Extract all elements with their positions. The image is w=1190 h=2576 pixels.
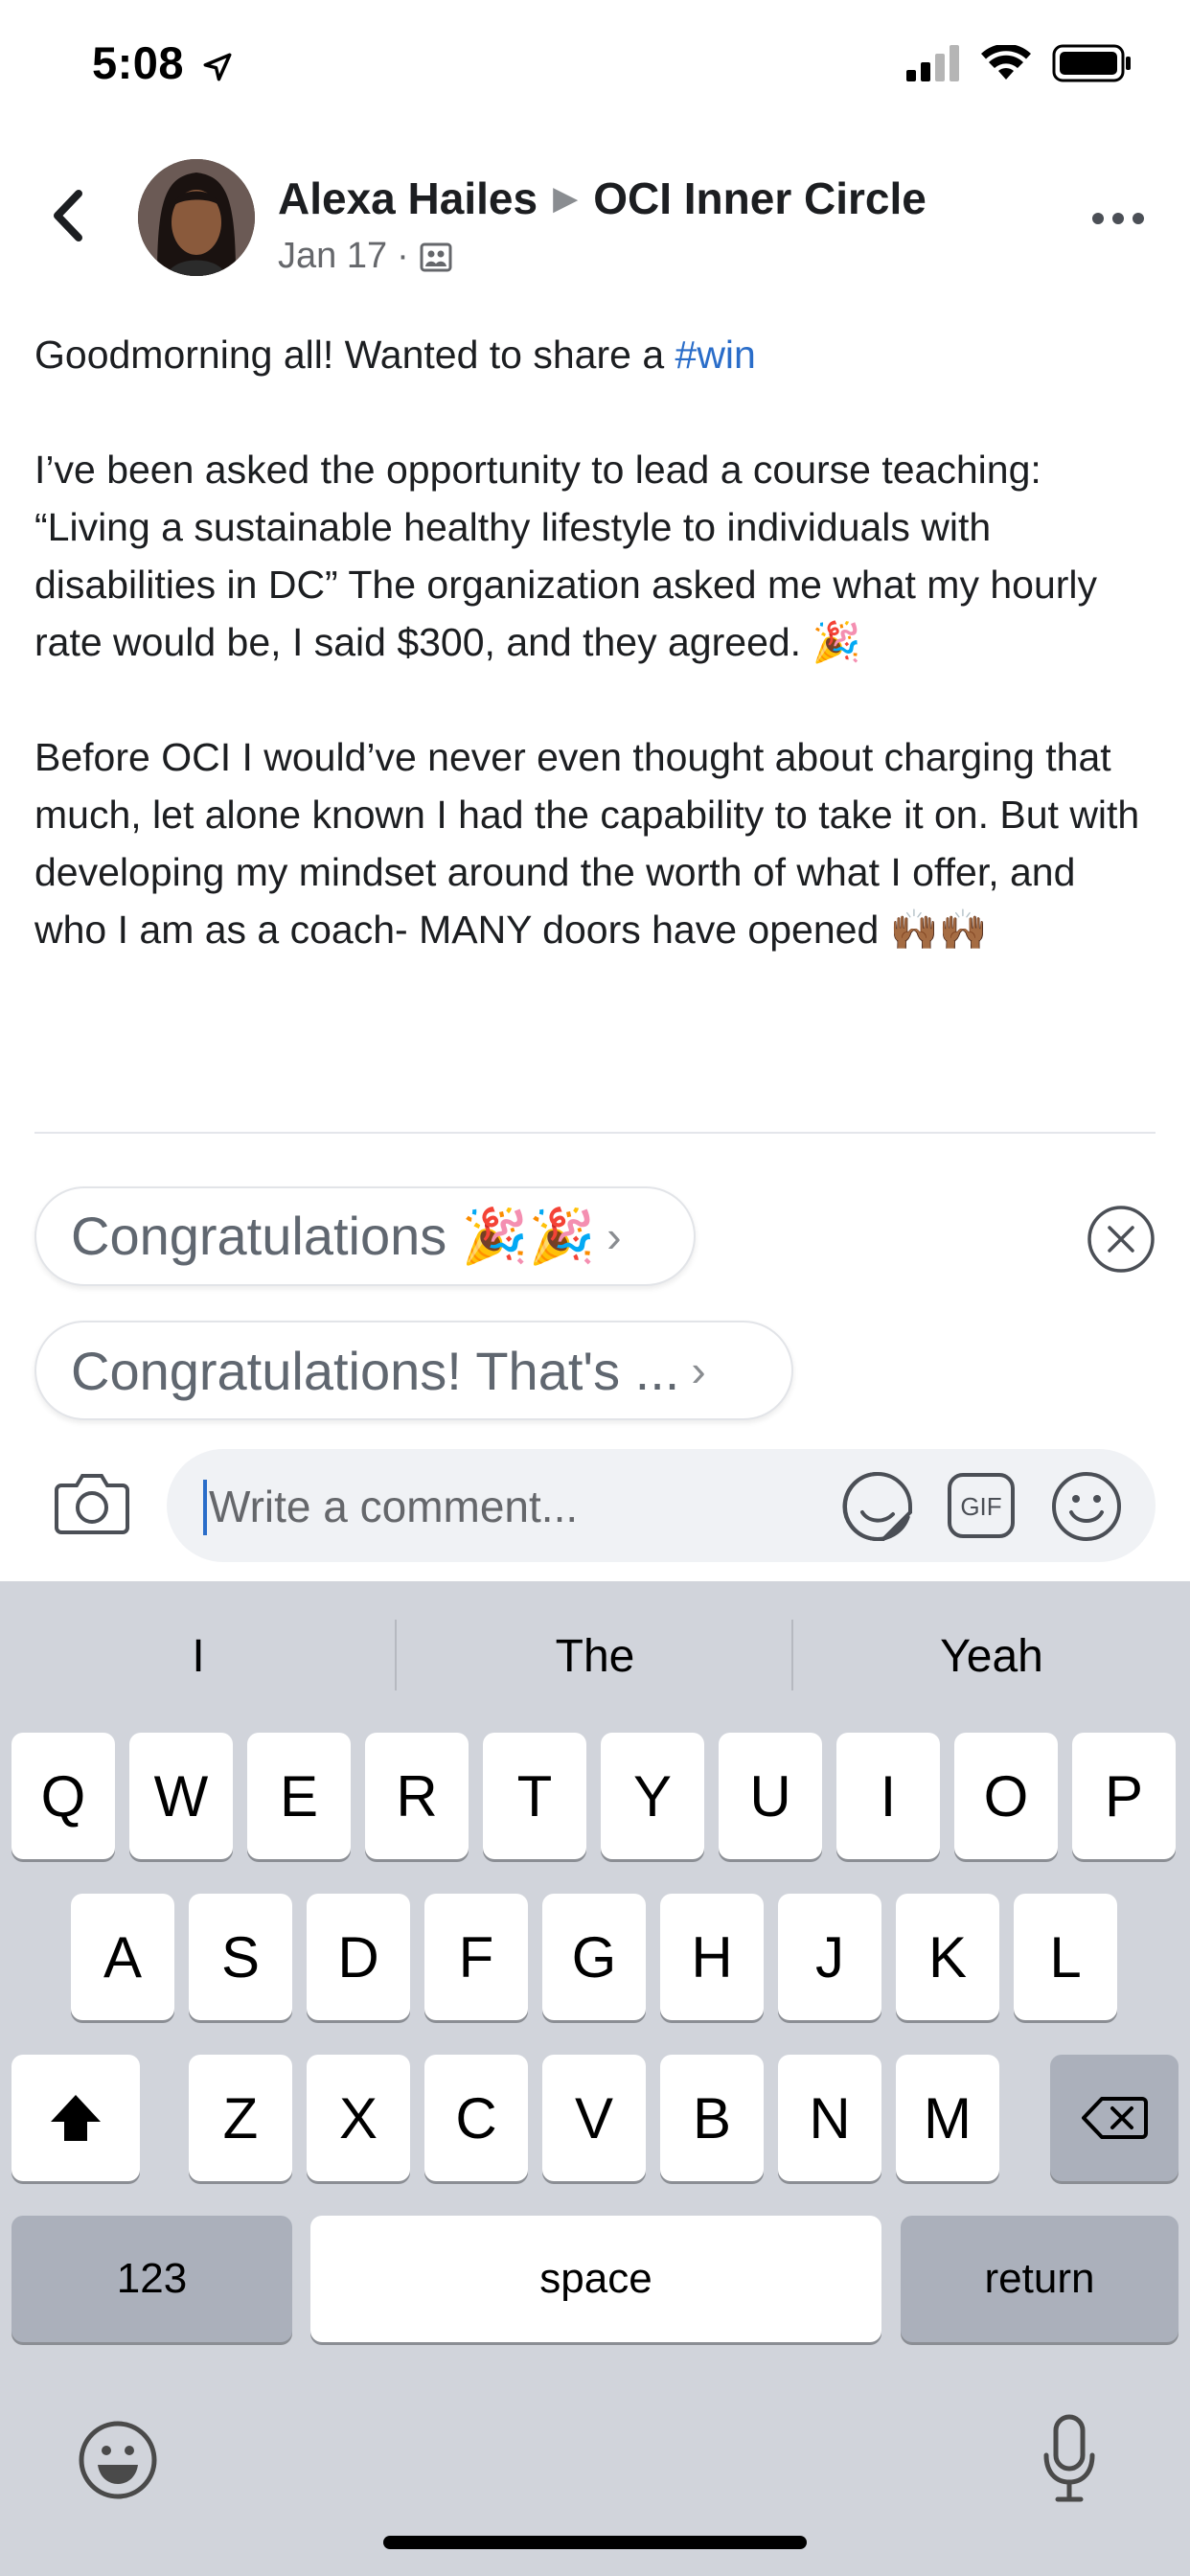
group-icon [420, 242, 452, 271]
shift-key[interactable] [11, 2055, 140, 2181]
arrow-right-icon: ▶ [553, 180, 579, 217]
status-time: 5:08 [92, 36, 234, 89]
prediction-suggestion[interactable]: Yeah [793, 1620, 1190, 1692]
suggested-reply-chip[interactable]: Congratulations 🎉🎉 › [34, 1186, 696, 1286]
key[interactable]: Q [11, 1733, 115, 1859]
key[interactable]: N [778, 2055, 881, 2181]
gif-button[interactable]: GIF [947, 1472, 1016, 1539]
key[interactable]: X [307, 2055, 410, 2181]
home-indicator [383, 2536, 807, 2549]
key[interactable]: Z [189, 2055, 292, 2181]
divider [34, 1132, 1156, 1134]
key[interactable]: Y [601, 1733, 704, 1859]
more-icon [1092, 213, 1144, 224]
battery-icon [1052, 44, 1131, 82]
post-date: Jan 17 [278, 236, 388, 276]
key[interactable]: P [1072, 1733, 1176, 1859]
author-name[interactable]: Alexa Hailes [278, 172, 538, 224]
shift-icon [51, 2095, 101, 2141]
space-key[interactable]: space [310, 2216, 881, 2342]
post-paragraph: Before OCI I would’ve never even thought… [34, 735, 1140, 952]
close-suggestions-button[interactable] [1087, 1205, 1156, 1274]
key[interactable]: L [1014, 1894, 1117, 2020]
gif-icon: GIF [948, 1473, 1015, 1538]
group-name[interactable]: OCI Inner Circle [593, 172, 927, 224]
comment-input[interactable] [207, 1472, 805, 1541]
svg-text:GIF: GIF [960, 1492, 1001, 1521]
author-avatar[interactable] [138, 159, 255, 276]
key[interactable]: O [954, 1733, 1058, 1859]
smiley-icon [1052, 1472, 1121, 1541]
more-options-button[interactable] [1085, 192, 1152, 240]
chevron-right-icon: › [691, 1346, 706, 1395]
emoji-keyboard-icon [79, 2421, 157, 2499]
location-arrow-icon [203, 53, 232, 81]
key[interactable]: G [542, 1894, 646, 2020]
post-paragraph: I’ve been asked the opportunity to lead … [34, 448, 1098, 664]
key[interactable]: C [424, 2055, 528, 2181]
key[interactable]: V [542, 2055, 646, 2181]
chevron-right-icon: › [606, 1211, 622, 1261]
key[interactable]: D [307, 1894, 410, 2020]
key[interactable]: F [424, 1894, 528, 2020]
key[interactable]: J [778, 1894, 881, 2020]
key[interactable]: I [836, 1733, 940, 1859]
post-paragraph: Goodmorning all! Wanted to share a #win [34, 333, 756, 377]
key[interactable]: M [896, 2055, 999, 2181]
sticker-button[interactable] [841, 1470, 914, 1543]
key[interactable]: W [129, 1733, 233, 1859]
key[interactable]: U [719, 1733, 822, 1859]
back-chevron-icon [54, 190, 82, 242]
delete-icon [1082, 2097, 1148, 2139]
emoji-button[interactable] [1050, 1470, 1123, 1543]
post-body: Goodmorning all! Wanted to share a #win … [34, 326, 1157, 958]
sticker-icon [842, 1471, 912, 1541]
key[interactable]: H [660, 1894, 764, 2020]
key[interactable]: K [896, 1894, 999, 2020]
key[interactable]: B [660, 2055, 764, 2181]
prediction-suggestion[interactable]: The [397, 1620, 793, 1692]
camera-icon [55, 1474, 129, 1534]
key[interactable]: E [247, 1733, 351, 1859]
signal-icon [906, 45, 959, 81]
camera-button[interactable] [54, 1468, 130, 1535]
close-circle-icon [1087, 1206, 1155, 1273]
delete-key[interactable] [1050, 2055, 1179, 2181]
wifi-icon [981, 45, 1031, 80]
hashtag-link[interactable]: #win [675, 333, 756, 377]
key[interactable]: A [71, 1894, 174, 2020]
key[interactable]: R [365, 1733, 469, 1859]
numbers-key[interactable]: 123 [11, 2216, 292, 2342]
status-indicators [906, 44, 1133, 82]
back-button[interactable] [42, 182, 92, 249]
suggested-reply-chip[interactable]: Congratulations! That's ... › [34, 1321, 793, 1420]
key[interactable]: S [189, 1894, 292, 2020]
post-meta: Jan 17 · [278, 236, 453, 277]
microphone-icon [1043, 2414, 1095, 2502]
key[interactable]: T [483, 1733, 586, 1859]
post-author-line: Alexa Hailes ▶ OCI Inner Circle [278, 172, 927, 224]
dictation-button[interactable] [1041, 2413, 1098, 2505]
return-key[interactable]: return [901, 2216, 1179, 2342]
emoji-keyboard-button[interactable] [77, 2419, 159, 2501]
prediction-suggestion[interactable]: I [0, 1620, 397, 1692]
